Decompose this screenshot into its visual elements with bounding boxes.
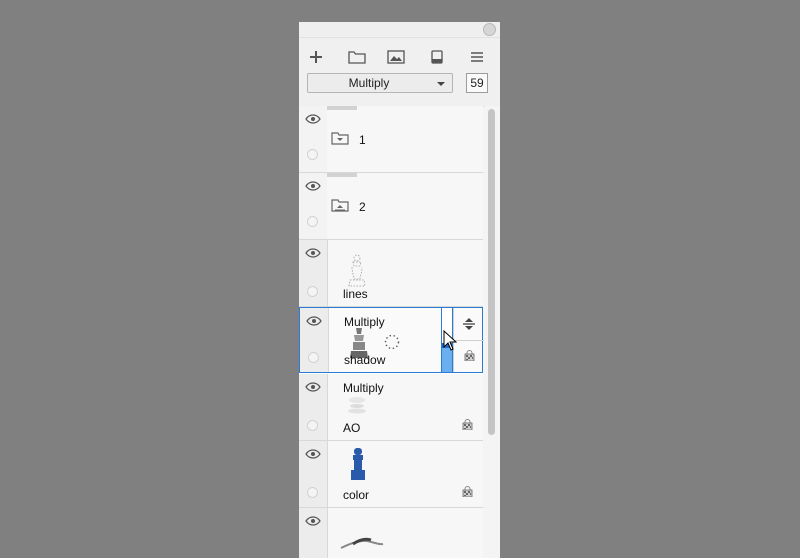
layer-name: lines — [343, 287, 368, 301]
layer-row[interactable]: Multiply AO — [299, 374, 483, 441]
layer-name: AO — [343, 421, 361, 435]
folder-collapse-icon[interactable] — [331, 131, 349, 145]
folder-expand-icon[interactable] — [331, 198, 349, 212]
row-gutter — [299, 173, 327, 239]
folder-icon[interactable] — [345, 46, 369, 68]
layer-thumbnail — [351, 448, 365, 480]
select-radio[interactable] — [307, 286, 318, 297]
select-radio[interactable] — [308, 352, 319, 363]
folder-name: 1 — [359, 133, 366, 147]
layers-toolbar: Multiply 59 — [299, 38, 500, 107]
row-gutter — [300, 308, 329, 372]
layer-row[interactable]: lines — [299, 240, 483, 307]
layer-row[interactable] — [299, 508, 483, 558]
folder-tab — [327, 173, 357, 177]
folder-name: 2 — [359, 200, 366, 214]
row-gutter — [299, 374, 328, 440]
chevron-down-icon — [437, 82, 445, 86]
move-updown-icon — [463, 318, 475, 330]
layer-thumbnail — [340, 537, 384, 549]
layer-row[interactable]: color — [299, 441, 483, 508]
eye-icon[interactable] — [305, 248, 321, 258]
scrollbar-thumb[interactable] — [488, 109, 495, 435]
eye-icon[interactable] — [305, 114, 321, 124]
reference-icon[interactable] — [425, 46, 449, 68]
folder-row[interactable]: 1 — [299, 106, 483, 173]
row-gutter — [299, 240, 328, 306]
row-gutter — [299, 508, 328, 558]
select-radio[interactable] — [307, 487, 318, 498]
alpha-lock-icon[interactable] — [462, 486, 473, 497]
image-icon[interactable] — [384, 46, 408, 68]
plus-icon[interactable] — [304, 46, 328, 68]
eye-icon[interactable] — [305, 516, 321, 526]
panel-close-button[interactable] — [483, 23, 496, 36]
mouse-cursor-icon — [443, 330, 457, 351]
alpha-lock-icon[interactable] — [464, 350, 475, 361]
eye-icon[interactable] — [305, 382, 321, 392]
layer-list-scrollbar[interactable] — [484, 106, 500, 558]
layers-panel: Multiply 59 1 2 lines Multiply shadow Mu… — [299, 22, 500, 558]
eye-icon[interactable] — [305, 449, 321, 459]
alpha-lock-icon[interactable] — [462, 419, 473, 430]
blend-mode-value: Multiply — [348, 76, 390, 90]
select-radio[interactable] — [307, 216, 318, 227]
menu-icon[interactable] — [465, 46, 489, 68]
layer-name: shadow — [344, 353, 386, 367]
eye-icon[interactable] — [306, 316, 322, 326]
panel-titlebar — [299, 22, 500, 38]
layer-side-panel — [453, 308, 484, 372]
layer-name: color — [343, 488, 370, 502]
move-layer-button[interactable] — [454, 308, 484, 341]
select-radio[interactable] — [307, 149, 318, 160]
select-radio[interactable] — [307, 420, 318, 431]
folder-tab — [327, 106, 357, 110]
opacity-input[interactable]: 59 — [466, 73, 488, 93]
blend-mode-select[interactable]: Multiply — [307, 73, 453, 93]
loading-spinner-icon — [384, 334, 400, 350]
row-gutter — [299, 106, 327, 172]
folder-row[interactable]: 2 — [299, 173, 483, 240]
eye-icon[interactable] — [305, 181, 321, 191]
row-gutter — [299, 441, 328, 507]
